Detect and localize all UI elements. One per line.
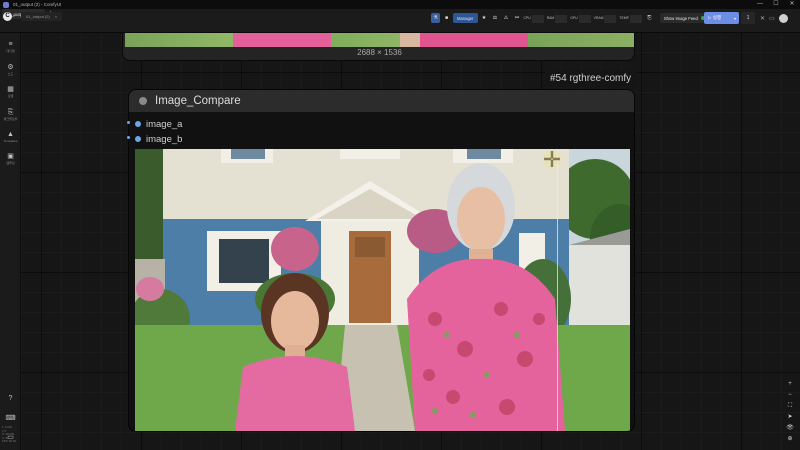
input-label: image_a: [146, 118, 183, 130]
sidebar-item-templates-en[interactable]: ▲ Templates: [0, 131, 21, 143]
minimize-button[interactable]: —: [752, 0, 768, 9]
sidebar-item-label: 템플릿: [6, 161, 15, 165]
gpu-meter: GPU: [570, 13, 591, 23]
zoom-in-icon[interactable]: +: [783, 379, 797, 390]
meter-label: GPU: [570, 16, 578, 20]
sidebar-item-label: Templates: [3, 139, 18, 143]
panel-toggle-button[interactable]: ▭: [0, 434, 21, 442]
keyboard-icon: ⌨: [5, 415, 16, 422]
window-controls: — ☐ ✕: [752, 0, 800, 9]
help-button[interactable]: ?: [0, 395, 21, 403]
image-region: [400, 33, 422, 47]
input-label: image_b: [146, 133, 183, 145]
image-region: [233, 33, 331, 47]
grid-icon: ▣: [7, 153, 14, 160]
left-sidebar: ≡ 대기열 ⚙ 노드 ▦ 모델 ⎘ 워크플로우 ▲ Templates ▣ 템플…: [0, 33, 21, 450]
stop-icon[interactable]: ■: [442, 13, 451, 23]
image-compare-node[interactable]: Image_Compare image_a image_b: [128, 89, 635, 432]
node-icon: ⚙: [7, 64, 14, 71]
input-image-a[interactable]: image_a: [135, 118, 182, 130]
star-icon[interactable]: ★: [480, 13, 489, 23]
cpu-meter: CPU: [524, 13, 544, 23]
panel-icon[interactable]: ▭: [769, 15, 775, 22]
toolbar-right: ✕ ▭: [760, 12, 792, 24]
move-cursor-icon: [543, 150, 561, 168]
keyboard-button[interactable]: ⌨: [0, 415, 21, 423]
chevron-down-icon[interactable]: ▾: [734, 16, 736, 21]
open-workflow-label: 01_output (2): [26, 14, 50, 19]
input-image-b[interactable]: image_b: [135, 133, 182, 145]
sidebar-item-workflows[interactable]: ⎘ 워크플로우: [0, 109, 21, 121]
sidebar-item-models[interactable]: ▦ 모델: [0, 86, 21, 98]
close-window-button[interactable]: ✕: [784, 0, 800, 9]
preview-image: [125, 33, 634, 47]
show-image-feed-label: Show Image Feed: [663, 15, 698, 21]
maximize-button[interactable]: ☐: [768, 0, 784, 9]
image-size-label: 2688 × 1536: [357, 48, 402, 57]
top-menu-bar: 01_output (2) × + C ▾ 01_output (2) × ⚗ …: [0, 9, 800, 33]
compare-slider-line[interactable]: [557, 149, 558, 431]
meter-label: RAM: [546, 16, 555, 20]
minimap-icon[interactable]: ⊕: [783, 434, 797, 445]
temp-meter: TEMP: [619, 13, 642, 23]
app-icon: [3, 1, 9, 8]
meter-label: VRAM: [593, 16, 604, 20]
input-slot-icon[interactable]: [135, 136, 141, 142]
workflow-icon: ⎘: [7, 109, 14, 116]
link-icon[interactable]: ⚯: [513, 13, 522, 23]
manager-button[interactable]: Manager: [453, 13, 478, 23]
toggle-links-icon[interactable]: 👁: [783, 423, 797, 434]
window-titlebar: 01_output (2) - ComfyUI — ☐ ✕: [0, 0, 800, 9]
sidebar-item-label: 대기열: [6, 49, 15, 53]
warning-icon[interactable]: ⚠: [502, 13, 511, 23]
comfy-logo[interactable]: C: [3, 12, 12, 21]
input-slot-icon[interactable]: [135, 121, 141, 127]
link-anchor-icon: [127, 136, 130, 139]
queue-count-input[interactable]: 1: [741, 12, 755, 24]
node-header[interactable]: Image_Compare: [129, 90, 634, 112]
show-image-feed-button[interactable]: Show Image Feed: [659, 13, 709, 23]
help-icon: ?: [8, 395, 13, 402]
preview-image-node[interactable]: 2688 × 1536: [122, 33, 635, 61]
toolbar: ⚗ ■ Manager ★ ⚖ ⚠ ⚯ CPU RAM GPU VRAM TEM…: [431, 11, 709, 25]
avatar[interactable]: [778, 13, 788, 23]
run-button[interactable]: ▷ 실행 ▾: [704, 12, 739, 24]
close-icon[interactable]: ×: [55, 14, 57, 19]
sidebar-item-templates[interactable]: ▣ 템플릿: [0, 153, 21, 165]
image-region: [420, 33, 528, 47]
clipboard-icon[interactable]: ⎘: [645, 13, 654, 23]
scale-icon[interactable]: ⚖: [491, 13, 500, 23]
photo-illustration: [135, 149, 630, 431]
panel-icon: ▭: [7, 434, 14, 441]
node-id-badge: #54 rgthree-comfy: [545, 70, 637, 87]
compare-image[interactable]: [135, 149, 630, 431]
workflow-icon[interactable]: ⚗: [431, 13, 440, 23]
chevron-down-icon[interactable]: ▾: [13, 13, 15, 18]
sidebar-item-label: 워크플로우: [3, 117, 18, 121]
open-workflow-tab[interactable]: 01_output (2) ×: [21, 12, 63, 21]
meter-label: CPU: [523, 16, 531, 20]
run-label: 실행: [712, 15, 721, 20]
close-icon[interactable]: ✕: [760, 15, 765, 22]
window-title: 01_output (2) - ComfyUI: [13, 2, 62, 7]
select-tool-icon[interactable]: ➤: [783, 412, 797, 423]
ram-meter: RAM: [547, 13, 568, 23]
queue-icon: ≡: [8, 41, 13, 48]
templates-icon: ▲: [7, 131, 14, 138]
collapse-dot-icon[interactable]: [139, 97, 147, 105]
zoom-out-icon[interactable]: −: [783, 390, 797, 401]
vram-meter: VRAM: [594, 13, 617, 23]
sidebar-item-nodes[interactable]: ⚙ 노드: [0, 64, 21, 76]
node-title: Image_Compare: [155, 95, 241, 107]
fit-view-icon[interactable]: ⛶: [783, 401, 797, 412]
sidebar-item-queue[interactable]: ≡ 대기열: [0, 41, 21, 53]
sidebar-item-label: 노드: [7, 72, 14, 76]
sidebar-item-label: 모델: [7, 94, 14, 98]
model-icon: ▦: [7, 86, 14, 93]
meter-label: TEMP: [619, 16, 629, 20]
canvas-tools: + − ⛶ ➤ 👁 ⊕: [783, 379, 797, 445]
link-anchor-icon: [127, 121, 130, 124]
